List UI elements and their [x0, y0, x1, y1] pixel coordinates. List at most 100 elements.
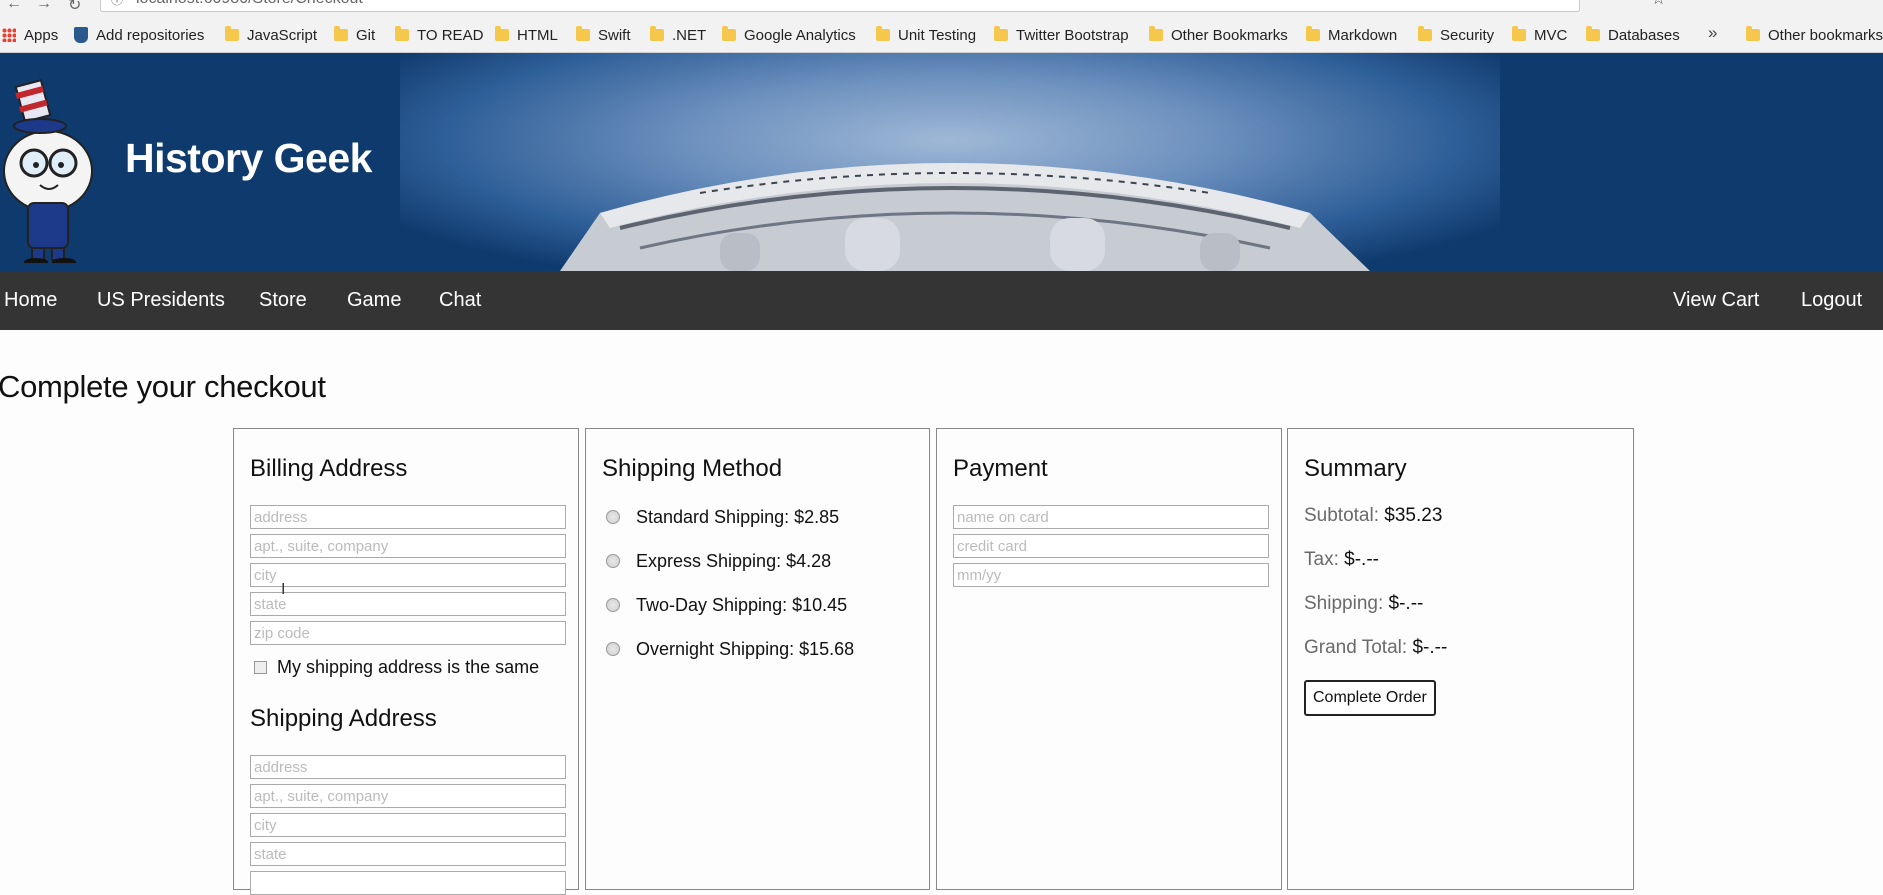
folder-icon: [495, 26, 509, 41]
shipping-address-input[interactable]: [250, 755, 566, 779]
shipping-option-label[interactable]: Two-Day Shipping: $10.45: [636, 595, 847, 616]
info-icon[interactable]: ⓘ: [111, 0, 123, 8]
forward-icon[interactable]: →: [36, 0, 52, 13]
bookmark-unit-testing[interactable]: Unit Testing: [876, 22, 976, 48]
express-shipping-radio[interactable]: [606, 554, 620, 568]
shipping-city-input[interactable]: [250, 813, 566, 837]
bookmark-google-analytics[interactable]: Google Analytics: [722, 22, 856, 48]
address-bar-row: ← → ↻ ⓘ localhost:60980/Store/Checkout ☆: [0, 0, 1883, 15]
bookmark-git[interactable]: Git: [334, 22, 375, 48]
back-icon[interactable]: ←: [6, 0, 22, 13]
bookmark-other-bookmarks-folder[interactable]: Other Bookmarks: [1149, 22, 1288, 48]
site-navbar: Home US Presidents Store Game Chat View …: [0, 271, 1883, 330]
bookmark-label: Other Bookmarks: [1171, 26, 1288, 44]
bookmark-to-read[interactable]: TO READ: [395, 22, 483, 48]
nav-us-presidents[interactable]: US Presidents: [97, 289, 225, 312]
payment-panel: Payment: [936, 428, 1282, 890]
billing-address2-input[interactable]: [250, 534, 566, 558]
bookmark-javascript[interactable]: JavaScript: [225, 22, 317, 48]
folder-icon: [1418, 26, 1432, 41]
folder-icon: [876, 26, 890, 41]
nav-game[interactable]: Game: [347, 289, 401, 312]
bookmark-label: Apps: [24, 26, 59, 44]
bookmark-label: Twitter Bootstrap: [1016, 26, 1129, 44]
bookmark-mvc[interactable]: MVC: [1512, 22, 1567, 48]
billing-zip-input[interactable]: [250, 621, 566, 645]
shipping-option-label[interactable]: Express Shipping: $4.28: [636, 551, 831, 572]
subtotal-value: $35.23: [1384, 505, 1443, 526]
shipping-option-standard[interactable]: Standard Shipping: $2.85: [606, 505, 839, 529]
bookmark-security[interactable]: Security: [1418, 22, 1494, 48]
folder-icon: [722, 26, 736, 41]
credit-card-input[interactable]: [953, 534, 1269, 558]
name-on-card-input[interactable]: [953, 505, 1269, 529]
overnight-shipping-radio[interactable]: [606, 642, 620, 656]
nav-logout[interactable]: Logout: [1801, 289, 1862, 312]
apps-grid-icon: [2, 28, 16, 42]
bookmark-label: TO READ: [417, 26, 484, 44]
same-address-label[interactable]: My shipping address is the same: [277, 657, 539, 678]
payment-heading: Payment: [953, 455, 1048, 482]
folder-icon: [395, 26, 409, 41]
shipping-state-input[interactable]: [250, 842, 566, 866]
bookmark-other-bookmarks[interactable]: Other bookmarks: [1746, 22, 1883, 48]
bookmark-twitter-bootstrap[interactable]: Twitter Bootstrap: [994, 22, 1129, 48]
url-text: localhost:60980/Store/Checkout: [136, 0, 363, 8]
bookmark-label: .NET: [672, 26, 707, 44]
nav-view-cart[interactable]: View Cart: [1673, 289, 1759, 312]
standard-shipping-radio[interactable]: [606, 510, 620, 524]
folder-icon: [576, 26, 590, 41]
bookmark-databases[interactable]: Databases: [1586, 22, 1680, 48]
nav-home[interactable]: Home: [4, 289, 57, 312]
bookmark-label: Unit Testing: [898, 26, 977, 44]
folder-icon: [225, 26, 239, 41]
two-day-shipping-radio[interactable]: [606, 598, 620, 612]
billing-address-input[interactable]: [250, 505, 566, 529]
browser-chrome: ← → ↻ ⓘ localhost:60980/Store/Checkout ☆…: [0, 0, 1883, 53]
bookmark-html[interactable]: HTML: [495, 22, 558, 48]
shipping-zip-input[interactable]: [250, 871, 566, 895]
nav-chat[interactable]: Chat: [439, 289, 481, 312]
shipping-address-heading: Shipping Address: [250, 705, 437, 732]
folder-icon: [994, 26, 1008, 41]
bookmark-dotnet[interactable]: .NET: [650, 22, 706, 48]
site-title[interactable]: History Geek: [125, 135, 372, 182]
billing-city-input[interactable]: [250, 563, 566, 587]
nav-store[interactable]: Store: [259, 289, 307, 312]
shipping-option-overnight[interactable]: Overnight Shipping: $15.68: [606, 637, 854, 661]
page-title: Complete your checkout: [0, 369, 326, 404]
complete-order-button[interactable]: Complete Order: [1304, 680, 1436, 716]
folder-icon: [1149, 26, 1163, 41]
shipping-address2-input[interactable]: [250, 784, 566, 808]
shipping-option-label[interactable]: Standard Shipping: $2.85: [636, 507, 839, 528]
billing-state-input[interactable]: [250, 592, 566, 616]
address-bar[interactable]: ⓘ localhost:60980/Store/Checkout ☆: [100, 0, 1666, 12]
same-address-checkbox[interactable]: [254, 661, 267, 674]
more-bookmarks-icon[interactable]: »: [1708, 23, 1717, 43]
bookmark-add-repositories[interactable]: Add repositories: [74, 22, 204, 48]
bookmark-apps[interactable]: Apps: [2, 22, 58, 48]
shipping-option-label[interactable]: Overnight Shipping: $15.68: [636, 639, 854, 660]
summary-heading: Summary: [1304, 455, 1407, 482]
uncle-sam-mascot-logo: [3, 79, 93, 263]
bookmarks-bar: Apps Add repositories JavaScript Git TO …: [0, 22, 1883, 48]
shipping-cost-row: Shipping: $-.--: [1304, 593, 1423, 615]
reload-icon[interactable]: ↻: [68, 0, 81, 15]
star-icon[interactable]: ☆: [1651, 0, 1666, 9]
shipping-option-express[interactable]: Express Shipping: $4.28: [606, 549, 831, 573]
folder-icon: [1746, 26, 1760, 41]
same-address-option[interactable]: My shipping address is the same: [254, 657, 539, 678]
folder-icon: [1512, 26, 1526, 41]
shipping-cost-label: Shipping:: [1304, 593, 1384, 614]
grand-total-label: Grand Total:: [1304, 637, 1408, 658]
bookmark-label: Other bookmarks: [1768, 26, 1883, 44]
subtotal-row: Subtotal: $35.23: [1304, 505, 1442, 527]
folder-icon: [650, 26, 664, 41]
expiry-input[interactable]: [953, 563, 1269, 587]
bookmark-label: Swift: [598, 26, 631, 44]
bookmark-swift[interactable]: Swift: [576, 22, 631, 48]
bookmark-markdown[interactable]: Markdown: [1306, 22, 1397, 48]
shipping-option-two-day[interactable]: Two-Day Shipping: $10.45: [606, 593, 847, 617]
bookmark-label: Markdown: [1328, 26, 1398, 44]
grand-total-value: $-.--: [1412, 637, 1448, 658]
